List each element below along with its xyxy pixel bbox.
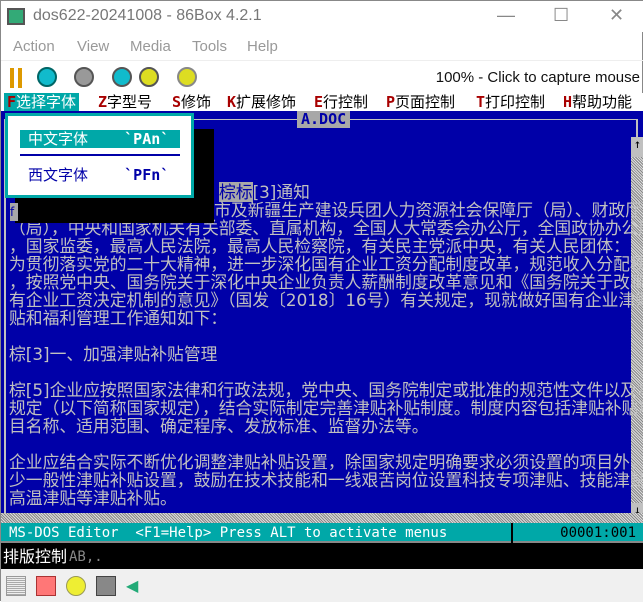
menu-item-western-font[interactable]: 西文字体 `PFn` (20, 166, 180, 184)
menu-bar: Action View Media Tools Help (1, 32, 643, 60)
menu-action[interactable]: Action (13, 38, 55, 55)
ctrl-alt-del-icon[interactable] (112, 67, 132, 87)
dos-menu-print-control[interactable]: T打印控制 (476, 93, 545, 111)
hard-disk-icon[interactable] (6, 576, 26, 596)
floppy-icon[interactable] (36, 576, 56, 596)
status-divider (511, 523, 513, 543)
pause-icon[interactable] (10, 68, 22, 88)
cdrom-icon[interactable] (66, 576, 86, 596)
maximize-button[interactable]: ☐ (553, 5, 569, 26)
menu-tools[interactable]: Tools (192, 38, 227, 55)
app-icon (7, 8, 25, 25)
horizontal-scrollbar[interactable] (1, 513, 643, 523)
menu-view[interactable]: View (77, 38, 109, 55)
status-bar: ◀ (1, 569, 643, 602)
ime-label: 排版控制 (3, 547, 68, 566)
dos-menu-size[interactable]: Z字型号 (98, 93, 152, 111)
scroll-up-icon[interactable]: ↑ (631, 137, 643, 157)
line-mark: f (10, 203, 18, 221)
dos-menu-decoration[interactable]: S修饰 (172, 93, 211, 111)
ctrl-alt-esc-icon[interactable] (139, 67, 159, 87)
text-line: 市及新疆生产建设兵团人力资源社会保障厅（局）、财政厅 (214, 200, 642, 220)
menu-help[interactable]: Help (247, 38, 278, 55)
menu-media[interactable]: Media (130, 38, 171, 55)
text-line: 棕[5]企业应按照国家法律和行政法规，党中央、国务院制定或批准的规范性文件以及本… (9, 380, 643, 400)
capture-mouse-text[interactable]: 100% - Click to capture mouse (436, 69, 640, 86)
text-line: 规定（以下简称国家规定），结合实际制定完善津贴补贴制度。制度内容包括津贴补贴项 (9, 398, 643, 418)
hard-reset-icon[interactable] (37, 67, 57, 87)
document-title: A.DOC (297, 111, 351, 128)
menu-item-chinese-font[interactable]: 中文字体 `PAn` (20, 130, 180, 148)
power-icon[interactable] (74, 67, 94, 87)
network-icon[interactable] (96, 576, 116, 596)
text-line: 少一般性津贴补贴设置，鼓励在技术技能和一线艰苦岗位设置科技专项津贴、技能津贴、 (9, 470, 643, 490)
text-line: 目名称、适用范围、确定程序、发放标准、监督办法等。 (9, 416, 429, 436)
text-line: ，国家监委，最高人民法院，最高人民检察院，有关民主党派中央，有关人民团体： (9, 236, 630, 256)
minimize-button[interactable]: — (497, 5, 515, 26)
toolbar: 100% - Click to capture mouse (1, 60, 643, 93)
screen-artifact (15, 198, 214, 223)
dos-menu-font[interactable]: F选择字体 (4, 93, 80, 111)
text-line: 贴和福利管理工作通知如下： (9, 308, 228, 328)
text-line: 为贯彻落实党的二十大精神，进一步深化国有企业工资分配制度改革，规范收入分配秩序 (9, 254, 643, 274)
settings-icon[interactable] (177, 67, 197, 87)
text-line: ，按照党中央、国务院关于深化中央企业负责人薪酬制度改革意见和《国务院关于改革国 (9, 272, 643, 292)
sound-icon[interactable]: ◀ (126, 576, 146, 596)
font-dropdown-menu: 中文字体 `PAn` 西文字体 `PFn` (5, 113, 194, 198)
dos-menu-line-control[interactable]: E行控制 (314, 93, 368, 111)
text-line: 棕标[3]通知 (219, 182, 310, 202)
dos-status-line: MS-DOS Editor <F1=Help> Press ALT to act… (1, 523, 643, 543)
close-button[interactable]: ✕ (609, 5, 624, 26)
ime-bar: 排版控制 AB,. (1, 545, 643, 569)
status-message: MS-DOS Editor <F1=Help> Press ALT to act… (9, 525, 448, 541)
dos-menu-bar: F选择字体 Z字型号 S修饰 K扩展修饰 E行控制 P页面控制 T打印控制 H帮… (1, 93, 643, 111)
window-title: dos622-20241008 - 86Box 4.2.1 (33, 7, 262, 24)
title-bar: dos622-20241008 - 86Box 4.2.1 — ☐ ✕ (1, 1, 643, 32)
text-line: 企业应结合实际不断优化调整津贴补贴设置，除国家规定明确要求必须设置的项目外，减 (9, 452, 643, 472)
menu-divider (20, 154, 180, 156)
emulator-screen[interactable]: F选择字体 Z字型号 S修饰 K扩展修饰 E行控制 P页面控制 T打印控制 H帮… (1, 93, 643, 569)
text-line: 有企业工资决定机制的意见》（国发〔2018〕16号）有关规定，现就做好国有企业津… (9, 290, 643, 310)
dos-menu-ext-decoration[interactable]: K扩展修饰 (227, 93, 296, 111)
cursor-position: 00001:001 (560, 525, 636, 541)
screen-artifact (194, 129, 214, 199)
text-line: 棕[3]一、加强津贴补贴管理 (9, 344, 218, 364)
text-line: 高温津贴等津贴补贴。 (9, 488, 177, 508)
ime-extra: AB,. (69, 549, 103, 565)
dos-menu-help[interactable]: H帮助功能 (563, 93, 632, 111)
dos-menu-page-control[interactable]: P页面控制 (386, 93, 455, 111)
